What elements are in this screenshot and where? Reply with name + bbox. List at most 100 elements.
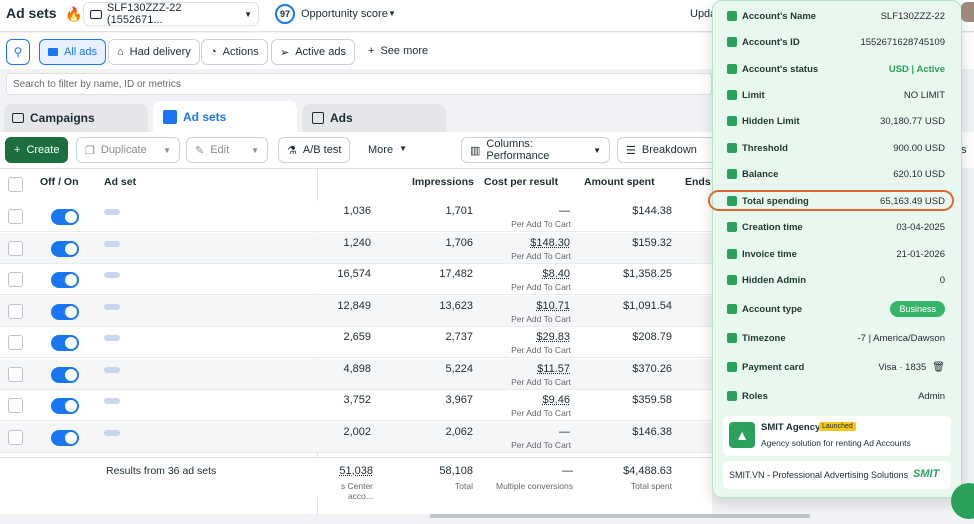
account-info-value: USD | Active: [888, 63, 945, 75]
duplicate-icon: ❐: [85, 144, 95, 157]
impressions-cell: 1,706: [445, 236, 473, 249]
info-icon: [727, 37, 737, 47]
adset-name-redacted[interactable]: [104, 209, 120, 215]
row-toggle[interactable]: [51, 335, 79, 351]
tab-ads[interactable]: Ads: [302, 104, 446, 132]
horizontal-scrollbar[interactable]: [430, 514, 810, 518]
adset-name-redacted[interactable]: [104, 429, 120, 436]
ab-test-label: A/B test: [302, 144, 342, 156]
spent-cell: $1,091.54: [623, 299, 672, 312]
select-all-checkbox[interactable]: [8, 177, 23, 192]
impressions-cell: 17,482: [439, 268, 473, 280]
account-info-value: -7 | America/Dawson: [857, 332, 945, 344]
filter-label: Actions: [222, 46, 259, 58]
adset-name-redacted[interactable]: [104, 366, 120, 373]
filter-all-ads[interactable]: All ads: [39, 39, 107, 65]
reach-cell: 1,036: [343, 205, 371, 217]
row-checkbox[interactable]: [8, 335, 23, 350]
adset-name-redacted[interactable]: [104, 335, 120, 341]
account-info-label: Account type: [742, 303, 803, 315]
agency-card[interactable]: ▲ SMIT Agency Launched Agency solution f…: [723, 416, 951, 456]
row-toggle[interactable]: [51, 366, 79, 383]
smit-chat-button[interactable]: [951, 483, 974, 519]
totals-reach: 51,038: [339, 465, 373, 477]
chevron-down-icon: ▼: [251, 145, 259, 155]
opportunity-score-label[interactable]: Opportunity score: [301, 8, 388, 20]
columns-button[interactable]: ▥ Columns: Performance ▼: [461, 137, 610, 163]
cpr-cell: $9.46: [542, 394, 570, 406]
see-more-button[interactable]: + See more: [368, 45, 428, 57]
column-amount-spent[interactable]: Amount spent: [584, 176, 655, 188]
account-info-row: Roles Admin: [727, 386, 945, 406]
row-toggle[interactable]: [51, 272, 79, 288]
account-info-value: 620.10 USD: [893, 168, 945, 180]
row-checkbox[interactable]: [8, 366, 23, 382]
totals-spent: $4,488.63: [623, 465, 672, 477]
cpr-cell: $11.57: [537, 362, 570, 375]
row-toggle[interactable]: [51, 209, 79, 225]
adset-name-redacted[interactable]: [104, 272, 120, 278]
search-input[interactable]: Search to filter by name, ID or metrics: [6, 73, 712, 95]
edit-button[interactable]: ✎ Edit ▼: [186, 137, 268, 163]
columns-label: Columns: Performance: [486, 138, 550, 162]
row-toggle[interactable]: [51, 303, 79, 320]
cpr-sub-cell: Per Add To Cart: [511, 250, 571, 261]
row-checkbox[interactable]: [8, 272, 23, 287]
cpr-cell: —: [559, 425, 570, 438]
account-info-row: Timezone -7 | America/Dawson: [727, 328, 945, 348]
tab-adsets[interactable]: Ad sets: [153, 101, 297, 132]
filter-active-ads[interactable]: ➢ Active ads: [271, 39, 355, 65]
search-toggle-button[interactable]: ⚲: [6, 39, 30, 65]
row-toggle[interactable]: [51, 398, 79, 414]
breakdown-button[interactable]: ☰ Breakdown: [617, 137, 717, 163]
row-toggle[interactable]: [51, 429, 79, 446]
info-icon: [727, 90, 737, 100]
account-name: SLF130ZZZ-22 (1552671...: [106, 2, 182, 26]
filter-label: Had delivery: [129, 46, 191, 58]
row-checkbox[interactable]: [8, 209, 23, 224]
account-info-label: Invoice time: [742, 248, 797, 260]
column-ends[interactable]: Ends: [685, 176, 711, 188]
column-cost-per-result[interactable]: Cost per result: [484, 176, 558, 188]
cpr-cell: $8.40: [542, 268, 570, 280]
filter-label: Active ads: [295, 46, 346, 58]
account-info-label: Roles: [742, 390, 768, 402]
tab-campaigns[interactable]: Campaigns: [4, 104, 148, 132]
create-button[interactable]: + Create: [5, 137, 69, 163]
account-info-row: Hidden Limit 30,180.77 USD: [727, 111, 945, 131]
row-checkbox[interactable]: [8, 429, 23, 445]
avatar[interactable]: [961, 2, 974, 22]
row-checkbox[interactable]: [8, 398, 23, 413]
opportunity-score-badge[interactable]: 97: [275, 4, 295, 24]
account-selector[interactable]: SLF130ZZZ-22 (1552671... ▼: [83, 2, 259, 26]
row-toggle[interactable]: [51, 240, 79, 257]
chevron-down-icon: ▼: [163, 145, 171, 155]
account-info-row: Balance 620.10 USD: [727, 164, 945, 184]
adset-name-redacted[interactable]: [104, 398, 120, 404]
cpr-sub-cell: Per Add To Cart: [511, 408, 571, 418]
trash-icon[interactable]: 🗑: [932, 362, 945, 373]
column-impressions[interactable]: Impressions: [412, 176, 474, 188]
spent-cell: $146.38: [632, 425, 672, 438]
panel-footer: SMIT.VN - Professional Advertising Solut…: [723, 461, 951, 489]
filter-had-delivery[interactable]: ⌂ Had delivery: [108, 39, 200, 65]
ab-test-button[interactable]: ⚗ A/B test: [278, 137, 351, 163]
adset-name-redacted[interactable]: [104, 240, 120, 247]
duplicate-button[interactable]: ❐ Duplicate ▼: [76, 137, 180, 163]
more-button[interactable]: More ▼: [368, 144, 407, 156]
account-info-label: Limit: [742, 89, 765, 101]
chevron-down-icon[interactable]: ▼: [388, 9, 396, 18]
row-checkbox[interactable]: [8, 303, 23, 319]
filter-actions[interactable]: ◔ Actions: [201, 39, 268, 65]
account-info-value: 21-01-2026: [896, 248, 945, 260]
account-info-panel: Account's Name SLF130ZZZ-22 Account's ID…: [708, 0, 962, 498]
search-placeholder: Search to filter by name, ID or metrics: [13, 79, 181, 90]
column-adset[interactable]: Ad set: [104, 176, 136, 188]
reach-cell: 16,574: [337, 268, 371, 280]
smit-logo: SMIT: [913, 468, 940, 480]
row-checkbox[interactable]: [8, 240, 23, 256]
adset-name-redacted[interactable]: [104, 303, 120, 310]
info-icon: [727, 143, 737, 153]
search-icon: ⚲: [13, 45, 23, 59]
column-offon[interactable]: Off / On: [40, 176, 79, 188]
